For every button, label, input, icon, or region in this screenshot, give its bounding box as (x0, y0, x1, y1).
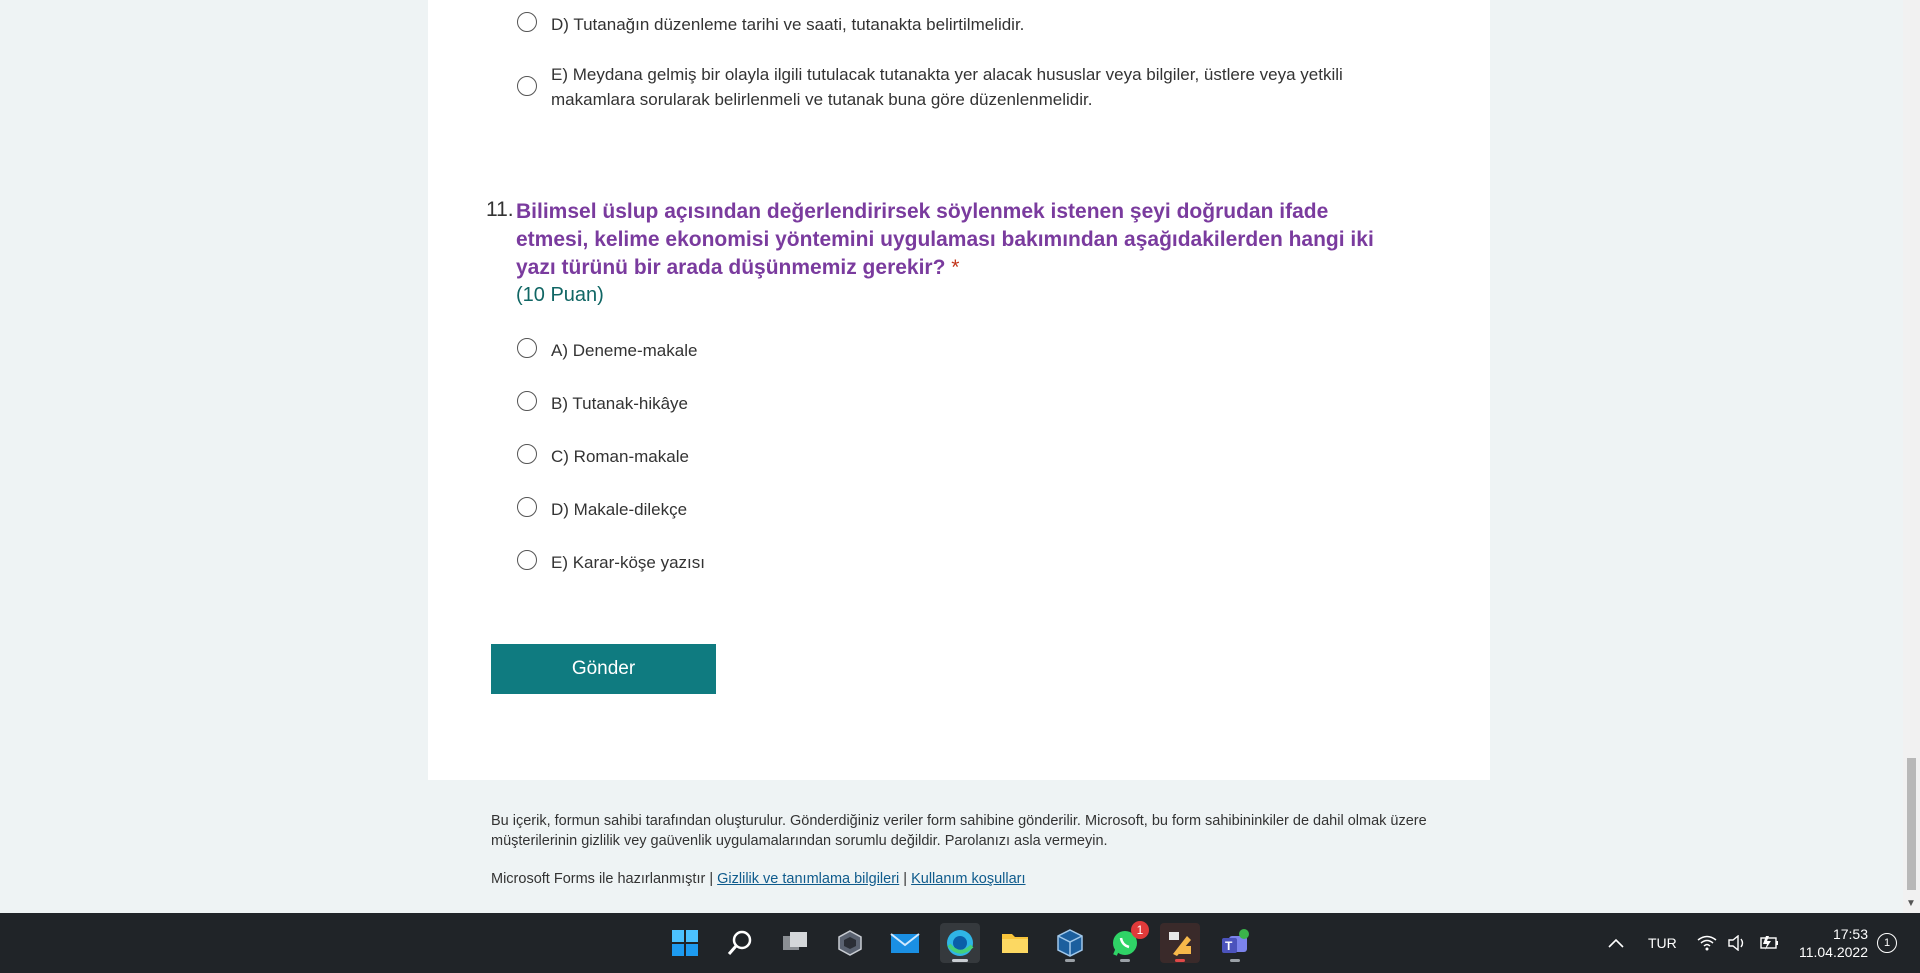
radio-button[interactable] (517, 76, 537, 96)
required-mark: * (951, 256, 960, 279)
running-indicator (1065, 959, 1075, 962)
teams-icon[interactable]: T (1215, 923, 1255, 963)
notification-center[interactable]: 1 (1877, 913, 1897, 973)
clock[interactable]: 17:53 11.04.2022 (1798, 925, 1868, 961)
option-label: C) Roman-makale (551, 447, 689, 466)
radio-button[interactable] (517, 550, 537, 570)
prev-option-d[interactable]: D) Tutanağın düzenleme tarihi ve saati, … (517, 12, 1024, 37)
submit-button[interactable]: Gönder (491, 644, 716, 694)
vertical-scrollbar[interactable]: ▼ (1903, 0, 1920, 913)
mail-icon[interactable] (885, 923, 925, 963)
option-a[interactable]: A) Deneme-makale (517, 338, 697, 363)
option-d[interactable]: D) Makale-dilekçe (517, 497, 687, 522)
taskbar: 1 T TUR 17:53 11.04.2022 1 (0, 913, 1920, 973)
option-e[interactable]: E) Karar-köşe yazısı (517, 550, 705, 575)
footer: Bu içerik, formun sahibi tarafından oluş… (491, 811, 1431, 889)
option-label: B) Tutanak-hikâye (551, 394, 689, 413)
prev-option-e[interactable]: E) Meydana gelmiş bir olayla ilgili tutu… (517, 62, 1377, 112)
scroll-down-arrow-icon[interactable]: ▼ (1906, 898, 1916, 909)
radio-button[interactable] (517, 12, 537, 32)
notification-badge: 1 (1131, 921, 1149, 939)
radio-button[interactable] (517, 497, 537, 517)
question-points: (10 Puan) (516, 284, 604, 306)
running-indicator (1230, 959, 1240, 962)
question-number: 11. (486, 198, 514, 221)
task-view-icon[interactable] (775, 923, 815, 963)
option-label: D) Makale-dilekçe (551, 500, 688, 519)
link-separator: | (903, 871, 908, 887)
pencil-app-icon[interactable] (1160, 923, 1200, 963)
option-label: E) Meydana gelmiş bir olayla ilgili tutu… (551, 65, 1343, 109)
terms-link[interactable]: Kullanım koşulları (911, 871, 1025, 887)
option-label: E) Karar-köşe yazısı (551, 553, 705, 572)
show-hidden-icons-icon[interactable] (1608, 913, 1624, 973)
privacy-link[interactable]: Gizlilik ve tanımlama bilgileri (717, 871, 899, 887)
radio-button[interactable] (517, 444, 537, 464)
question-text: Bilimsel üslup açısından değerlendirirse… (516, 200, 1374, 279)
edge-browser-icon[interactable] (940, 923, 980, 963)
active-indicator (1175, 959, 1185, 962)
volume-icon[interactable] (1728, 913, 1746, 973)
search-icon[interactable] (720, 923, 760, 963)
clock-time: 17:53 (1832, 926, 1868, 942)
footer-links: Microsoft Forms ile hazırlanmıştır | Giz… (491, 869, 1431, 889)
active-indicator (952, 959, 968, 962)
option-b[interactable]: B) Tutanak-hikâye (517, 391, 688, 416)
footer-disclaimer: Bu içerik, formun sahibi tarafından oluş… (491, 813, 1427, 849)
file-explorer-icon[interactable] (995, 923, 1035, 963)
whatsapp-icon[interactable]: 1 (1105, 921, 1149, 963)
notification-count: 1 (1877, 933, 1897, 953)
battery-icon[interactable] (1757, 913, 1779, 973)
svg-text:T: T (1225, 939, 1233, 953)
option-label: D) Tutanağın düzenleme tarihi ve saati, … (551, 15, 1025, 34)
start-button-icon[interactable] (665, 923, 705, 963)
virtualbox-icon[interactable] (1050, 923, 1090, 963)
radio-button[interactable] (517, 338, 537, 358)
app-cube-icon[interactable] (830, 923, 870, 963)
option-label: A) Deneme-makale (551, 341, 698, 360)
wifi-icon[interactable] (1697, 913, 1717, 973)
made-with-text: Microsoft Forms ile hazırlanmıştır | (491, 871, 714, 887)
language-indicator[interactable]: TUR (1648, 913, 1677, 973)
clock-date: 11.04.2022 (1798, 944, 1868, 960)
option-c[interactable]: C) Roman-makale (517, 444, 689, 469)
radio-button[interactable] (517, 391, 537, 411)
running-indicator (1120, 959, 1130, 962)
scrollbar-thumb[interactable] (1907, 758, 1916, 890)
question-title: Bilimsel üslup açısından değerlendirirse… (516, 198, 1406, 282)
